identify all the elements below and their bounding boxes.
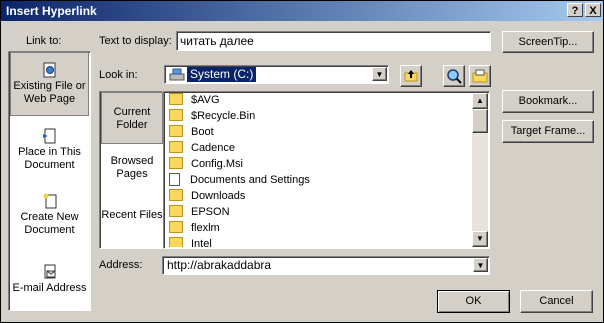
link-to-existing-file[interactable]: Existing File or Web Page — [10, 52, 89, 116]
link-to-label: Link to: — [26, 35, 62, 47]
link-to-place-in-document-label: Place in This Document — [18, 146, 81, 171]
folder-icon — [169, 141, 183, 154]
list-item[interactable]: flexlm — [169, 220, 220, 236]
document-place-icon — [42, 128, 55, 144]
new-document-icon — [43, 193, 56, 209]
recent-files-tab[interactable]: Recent Files — [101, 209, 163, 239]
close-button[interactable]: X — [585, 3, 601, 17]
folder-icon — [169, 157, 183, 170]
link-to-existing-file-label: Existing File or Web Page — [13, 80, 86, 105]
browse-file-button[interactable] — [469, 65, 491, 87]
folder-icon — [169, 125, 183, 138]
help-button[interactable]: ? — [567, 3, 583, 17]
list-item[interactable]: Config.Msi — [169, 156, 243, 172]
text-to-display-input[interactable]: читать далее — [176, 31, 491, 51]
drive-icon — [169, 68, 185, 81]
file-list: $AVG $Recycle.Bin Boot Cadence Config.Ms… — [163, 91, 490, 249]
list-item[interactable]: Intel — [169, 236, 212, 247]
up-one-folder-button[interactable] — [400, 65, 422, 87]
link-to-create-new-document[interactable]: Create New Document — [10, 193, 89, 245]
link-to-email-address[interactable]: E-mail Address — [10, 264, 89, 308]
link-to-panel: Existing File or Web Page Place in This … — [8, 51, 91, 311]
list-item[interactable]: $AVG — [169, 92, 220, 108]
list-item[interactable]: EPSON — [169, 204, 230, 220]
look-in-dropdown[interactable]: System (C:) ▼ — [164, 65, 389, 84]
list-item[interactable]: Downloads — [169, 188, 245, 204]
link-to-place-in-document[interactable]: Place in This Document — [10, 128, 89, 180]
file-list-scrollbar[interactable]: ▲ ▼ — [472, 93, 488, 247]
look-in-dropdown-arrow-icon[interactable]: ▼ — [372, 67, 387, 81]
dialog-title: Insert Hyperlink — [6, 4, 97, 18]
browse-web-icon — [447, 69, 462, 84]
open-folder-icon — [472, 69, 488, 83]
link-to-email-address-label: E-mail Address — [12, 282, 87, 294]
cancel-button[interactable]: Cancel — [520, 290, 593, 313]
scroll-up-arrow-icon[interactable]: ▲ — [472, 93, 488, 109]
list-item[interactable]: Cadence — [169, 140, 235, 156]
address-dropdown-arrow-icon[interactable]: ▼ — [473, 258, 488, 272]
folder-icon — [169, 189, 183, 202]
shortcut-icon — [169, 172, 180, 186]
ok-button[interactable]: OK — [437, 290, 510, 313]
folder-icon — [169, 93, 183, 106]
current-folder-tab[interactable]: Current Folder — [101, 92, 163, 144]
scroll-down-arrow-icon[interactable]: ▼ — [472, 231, 488, 247]
address-input[interactable]: http://abrakaddabra ▼ — [162, 256, 490, 275]
up-folder-icon — [404, 70, 418, 82]
look-in-label: Look in: — [99, 69, 138, 81]
address-value: http://abrakaddabra — [167, 258, 272, 272]
browse-mode-panel: Current Folder Browsed Pages Recent File… — [99, 91, 163, 249]
folder-icon — [169, 109, 183, 122]
target-frame-button[interactable]: Target Frame... — [502, 120, 594, 143]
address-label: Address: — [99, 259, 143, 271]
look-in-value: System (C:) — [187, 67, 257, 82]
globe-page-icon — [43, 62, 55, 78]
bookmark-button[interactable]: Bookmark... — [502, 90, 594, 113]
list-item[interactable]: Documents and Settings — [169, 172, 310, 188]
list-item[interactable]: $Recycle.Bin — [169, 108, 255, 124]
text-to-display-label: Text to display: — [99, 35, 172, 47]
browsed-pages-tab[interactable]: Browsed Pages — [101, 155, 163, 185]
screentip-button[interactable]: ScreenTip... — [502, 31, 594, 53]
link-to-create-new-document-label: Create New Document — [20, 211, 79, 236]
list-item[interactable]: Boot — [169, 124, 214, 140]
folder-icon — [169, 221, 183, 234]
insert-hyperlink-dialog: Insert Hyperlink ? X Link to: Existing F… — [0, 0, 604, 323]
browse-web-button[interactable] — [443, 65, 465, 87]
title-bar: Insert Hyperlink ? X — [1, 1, 603, 21]
folder-icon — [169, 205, 183, 218]
email-icon — [44, 264, 55, 279]
scroll-thumb[interactable] — [472, 109, 488, 133]
folder-icon — [169, 237, 183, 247]
